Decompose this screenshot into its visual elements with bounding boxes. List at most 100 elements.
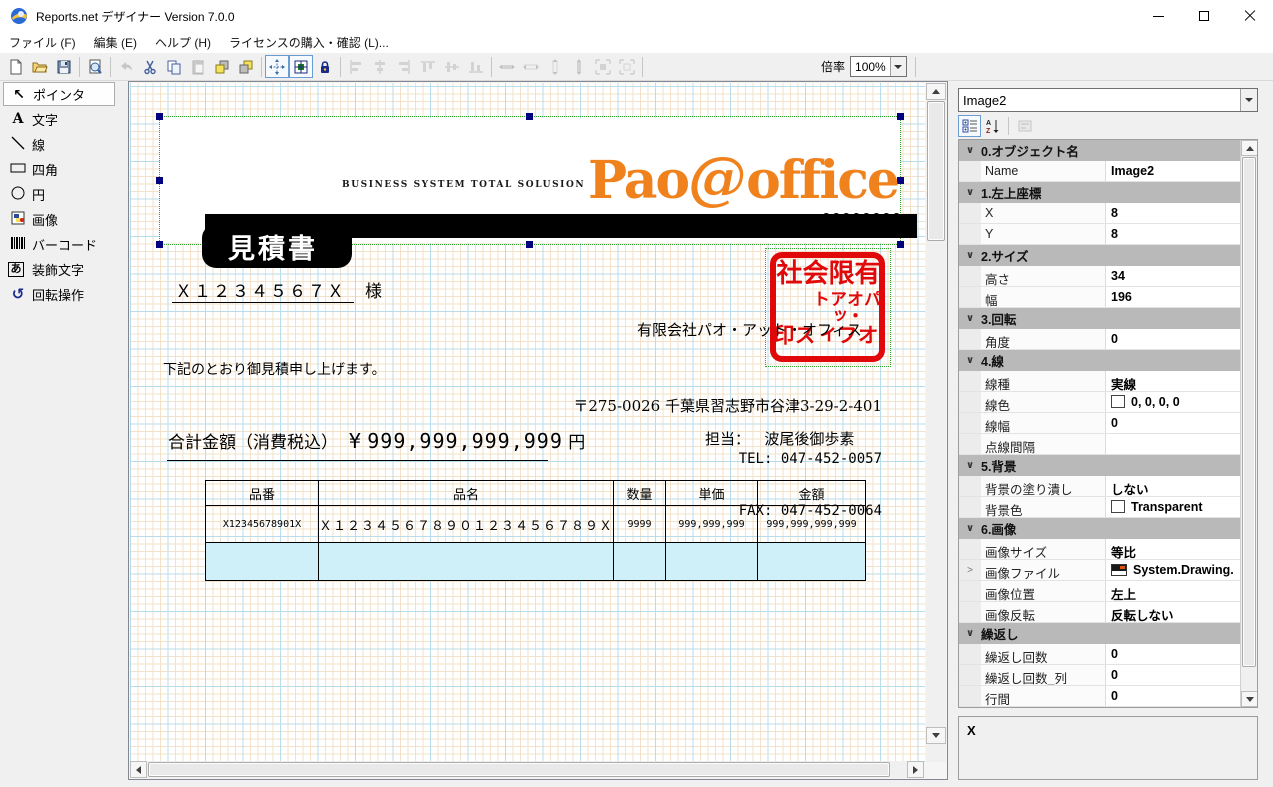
prop-row-bg-color[interactable]: 背景色Transparent <box>959 497 1240 518</box>
prop-category[interactable]: ∨5.背景 <box>959 455 1240 476</box>
estimate-no-label[interactable]: 見積番号： <box>714 209 794 233</box>
prop-row-image-flip[interactable]: 画像反転反転しない <box>959 602 1240 623</box>
expander-icon[interactable]: > <box>959 560 981 580</box>
same-width-button[interactable] <box>495 55 519 78</box>
tool-text[interactable]: A 文字 <box>0 107 128 131</box>
prop-row-x[interactable]: X8 <box>959 203 1240 224</box>
send-to-back-button[interactable] <box>234 55 258 78</box>
prop-row-image-size[interactable]: 画像サイズ等比 <box>959 539 1240 560</box>
company-name[interactable]: 有限会社パオ・アット・オフィス <box>637 319 862 340</box>
tool-image[interactable]: 画像 <box>0 207 128 231</box>
copy-button[interactable] <box>162 55 186 78</box>
total-amount-line[interactable]: 合計金額（消費税込） ¥ 999,999,999,999 円 <box>168 428 585 453</box>
center-vertically-button[interactable] <box>615 55 639 78</box>
selection-handle[interactable] <box>156 241 163 248</box>
greeting-text[interactable]: 下記のとおり御見積申し上げます。 <box>163 359 386 379</box>
customer-field[interactable]: Ｘ１２３４５６７Ｘ 様 <box>175 277 384 302</box>
horizontal-scroll-thumb[interactable] <box>148 762 890 777</box>
prop-category[interactable]: ∨6.画像 <box>959 518 1240 539</box>
bring-to-front-button[interactable] <box>210 55 234 78</box>
scroll-down-button[interactable] <box>1241 691 1258 707</box>
tool-line[interactable]: 線 <box>0 132 128 156</box>
property-pages-button[interactable] <box>1013 115 1036 137</box>
prop-row-line-type[interactable]: 線種実線 <box>959 371 1240 392</box>
date-field[interactable]: YYYY年MM月DD日 <box>558 210 707 234</box>
minimize-button[interactable] <box>1135 0 1181 32</box>
selection-handle[interactable] <box>897 177 904 184</box>
tool-pointer[interactable]: ↖ ポインタ <box>3 82 115 106</box>
prop-row-y[interactable]: Y8 <box>959 224 1240 245</box>
menu-help[interactable]: ヘルプ (H) <box>146 32 220 53</box>
align-right-button[interactable] <box>392 55 416 78</box>
prop-row-width[interactable]: 幅196 <box>959 287 1240 308</box>
align-bottom-button[interactable] <box>464 55 488 78</box>
tool-decorated-text[interactable]: あ 装飾文字 <box>0 257 128 281</box>
alphabetical-sort-button[interactable]: AZ <box>981 115 1004 137</box>
selection-handle[interactable] <box>526 241 533 248</box>
vertical-scroll-thumb[interactable] <box>927 101 945 241</box>
show-grid-toggle[interactable] <box>289 55 313 78</box>
tool-rotate[interactable]: ↺ 回転操作 <box>0 282 128 306</box>
selection-handle[interactable] <box>156 113 163 120</box>
save-button[interactable] <box>52 55 76 78</box>
prop-row-angle[interactable]: 角度0 <box>959 329 1240 350</box>
estimate-no-field[interactable]: 99999999 <box>822 210 902 228</box>
prop-category[interactable]: ∨1.左上座標 <box>959 182 1240 203</box>
menu-license[interactable]: ライセンスの購入・確認 (L)... <box>220 32 398 53</box>
representative-line[interactable]: 担当： 波尾後御歩素 <box>705 428 854 449</box>
detail-table[interactable]: 品番 品名 数量 単価 金額 X12345678901X Ｘ１２３４５６７８９０… <box>205 480 866 581</box>
align-center-button[interactable] <box>368 55 392 78</box>
canvas-horizontal-scrollbar[interactable] <box>130 761 924 778</box>
maximize-button[interactable] <box>1181 0 1227 32</box>
prop-row-dash-gap[interactable]: 点線間隔 <box>959 434 1240 455</box>
prop-category[interactable]: ∨繰返し <box>959 623 1240 644</box>
selection-handle[interactable] <box>897 113 904 120</box>
scroll-up-button[interactable] <box>926 83 946 100</box>
scroll-up-button[interactable] <box>1241 140 1258 156</box>
same-height-filled-button[interactable] <box>567 55 591 78</box>
tool-barcode[interactable]: バーコード <box>0 232 128 256</box>
prop-row-repeat-count-col[interactable]: 繰返し回数_列0 <box>959 665 1240 686</box>
scroll-left-button[interactable] <box>130 761 147 778</box>
open-file-button[interactable] <box>28 55 52 78</box>
selection-handle[interactable] <box>897 241 904 248</box>
same-size-button[interactable] <box>519 55 543 78</box>
tool-circle[interactable]: 円 <box>0 182 128 206</box>
prop-category[interactable]: ∨3.回転 <box>959 308 1240 329</box>
prop-row-line-spacing[interactable]: 行間0 <box>959 686 1240 707</box>
prop-category[interactable]: ∨2.サイズ <box>959 245 1240 266</box>
align-top-button[interactable] <box>416 55 440 78</box>
prop-category[interactable]: ∨0.オブジェクト名 <box>959 140 1240 161</box>
undo-button[interactable] <box>114 55 138 78</box>
tool-rectangle[interactable]: 四角 <box>0 157 128 181</box>
selection-handle[interactable] <box>156 177 163 184</box>
zoom-dropdown-button[interactable] <box>890 57 906 76</box>
object-selector-dropdown-button[interactable] <box>1240 89 1257 111</box>
scroll-right-button[interactable] <box>907 761 924 778</box>
align-left-button[interactable] <box>344 55 368 78</box>
print-preview-button[interactable] <box>83 55 107 78</box>
prop-row-name[interactable]: NameImage2 <box>959 161 1240 182</box>
scroll-down-button[interactable] <box>926 727 946 744</box>
close-button[interactable] <box>1227 0 1273 32</box>
prop-row-line-width[interactable]: 線幅0 <box>959 413 1240 434</box>
menu-file[interactable]: ファイル (F) <box>0 32 85 53</box>
property-grid-scrollbar[interactable] <box>1240 140 1257 707</box>
cut-button[interactable] <box>138 55 162 78</box>
design-canvas[interactable]: BUSINESS SYSTEM TOTAL SOLUSION Pao@offic… <box>128 81 948 780</box>
lock-button[interactable] <box>313 55 337 78</box>
scroll-thumb[interactable] <box>1242 157 1256 667</box>
same-height-button[interactable] <box>543 55 567 78</box>
selection-handle[interactable] <box>526 113 533 120</box>
align-middle-button[interactable] <box>440 55 464 78</box>
snap-to-grid-toggle[interactable] <box>265 55 289 78</box>
object-selector-combobox[interactable]: Image2 <box>958 88 1258 112</box>
categorized-view-button[interactable] <box>958 115 981 137</box>
prop-row-height[interactable]: 高さ34 <box>959 266 1240 287</box>
prop-row-image-position[interactable]: 画像位置左上 <box>959 581 1240 602</box>
stamp-image-object[interactable]: 有限会社 パオ・アット オフィス印 <box>766 249 890 366</box>
zoom-combobox[interactable]: 100% <box>850 56 907 77</box>
menu-edit[interactable]: 編集 (E) <box>85 32 146 53</box>
prop-category[interactable]: ∨4.線 <box>959 350 1240 371</box>
canvas-vertical-scrollbar[interactable] <box>926 83 946 762</box>
